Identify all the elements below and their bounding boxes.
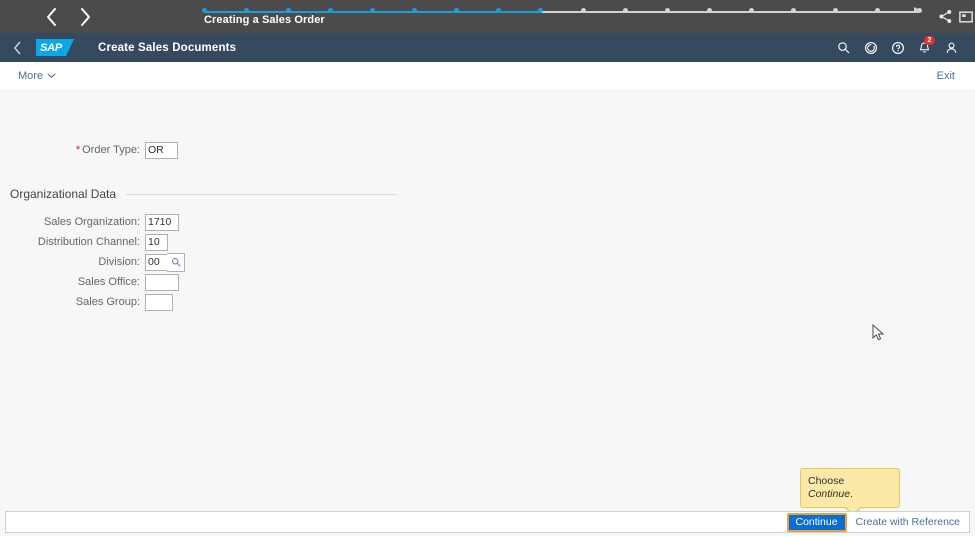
organizational-data-section-header: Organizational Data — [0, 187, 397, 201]
shell-header-actions: 2 — [830, 33, 975, 62]
progress-step-dot[interactable] — [580, 8, 586, 13]
create-with-reference-button[interactable]: Create with Reference — [856, 516, 960, 528]
order-type-input[interactable] — [145, 141, 178, 159]
chevron-down-icon — [47, 70, 56, 82]
distribution-channel-row: Distribution Channel: — [0, 232, 975, 252]
distribution-channel-label: Distribution Channel: — [37, 236, 140, 248]
copilot-icon[interactable] — [857, 33, 884, 62]
sales-group-field-group — [145, 293, 173, 311]
previous-step-button[interactable] — [40, 5, 62, 29]
sales-office-input[interactable] — [145, 273, 179, 291]
progress-step-dot[interactable] — [202, 8, 207, 13]
search-icon[interactable] — [830, 33, 857, 62]
more-menu-label: More — [18, 69, 44, 82]
progress-step-dot[interactable] — [706, 8, 712, 13]
main-content: *Order Type: Organizational Data Sales O… — [0, 89, 975, 507]
required-indicator: * — [75, 144, 81, 156]
division-label: Division: — [98, 256, 140, 268]
app-title: Create Sales Documents — [98, 41, 237, 54]
notifications-icon[interactable]: 2 — [911, 33, 938, 62]
sap-shell-header: SAP Create Sales Documents 2 — [0, 33, 975, 62]
section-divider — [126, 193, 397, 195]
sales-office-label: Sales Office: — [77, 276, 140, 288]
division-value-help-search-icon[interactable] — [167, 252, 185, 272]
share-icon[interactable] — [931, 0, 959, 33]
sales-organization-field-group — [145, 213, 179, 231]
distribution-channel-field-group — [145, 233, 168, 251]
callout-text-before: Choose — [808, 475, 845, 487]
mouse-cursor — [872, 323, 886, 342]
user-avatar-icon[interactable] — [938, 33, 965, 62]
sales-organization-input[interactable] — [145, 213, 179, 231]
sales-organization-label: Sales Organization: — [44, 216, 140, 228]
player-actions — [931, 0, 975, 33]
player-navigation — [40, 0, 96, 33]
next-step-button[interactable] — [74, 5, 96, 29]
sap-logo-text: SAP — [40, 41, 62, 54]
distribution-channel-input[interactable] — [145, 233, 168, 251]
continue-button[interactable]: Continue — [786, 512, 847, 532]
sales-office-field-group — [145, 273, 179, 291]
callout-text-after: . — [850, 488, 853, 501]
fullscreen-icon[interactable] — [959, 0, 975, 33]
footer-toolbar: Continue Create with Reference — [5, 511, 970, 533]
sales-group-row: Sales Group: — [0, 292, 975, 312]
progress-step-dot[interactable] — [664, 8, 670, 13]
sales-office-row: Sales Office: — [0, 272, 975, 292]
sales-group-label: Sales Group: — [75, 296, 140, 308]
callout-text-emphasis: Continue — [808, 488, 851, 501]
help-icon[interactable] — [884, 33, 911, 62]
sales-group-input[interactable] — [145, 293, 173, 311]
shell-back-button[interactable] — [0, 33, 34, 62]
more-menu-button[interactable]: More — [18, 70, 56, 82]
tutorial-player-bar: Creating a Sales Order — [0, 0, 975, 33]
progress-step-dot[interactable] — [622, 8, 628, 13]
sales-organization-row: Sales Organization: — [0, 212, 975, 232]
notification-badge: 2 — [924, 36, 935, 45]
division-input[interactable] — [145, 253, 167, 271]
progress-step-dot[interactable] — [790, 8, 796, 13]
application-window: Creating a Sales Order SAP Create Sales … — [0, 0, 975, 536]
exit-button[interactable]: Exit — [937, 70, 955, 82]
order-type-row: * Order Type: — [0, 140, 975, 160]
organizational-data-fields: Sales Organization: Distribution Channel:… — [0, 212, 975, 312]
sap-logo-triangle — [66, 39, 74, 56]
order-type-label: * Order Type: — [75, 144, 140, 156]
sap-logo[interactable]: SAP — [36, 39, 74, 56]
tutorial-step-title: Creating a Sales Order — [204, 14, 325, 26]
division-row: Division: — [0, 252, 975, 272]
progress-step-dot[interactable] — [917, 8, 922, 13]
section-title: Organizational Data — [10, 187, 117, 201]
progress-step-dot[interactable] — [832, 8, 838, 13]
progress-step-dot[interactable] — [748, 8, 754, 13]
progress-step-dot[interactable] — [874, 8, 880, 13]
action-toolbar: More Exit — [0, 62, 975, 90]
division-field-group — [145, 252, 185, 272]
instruction-callout: Choose Continue. — [800, 468, 900, 517]
